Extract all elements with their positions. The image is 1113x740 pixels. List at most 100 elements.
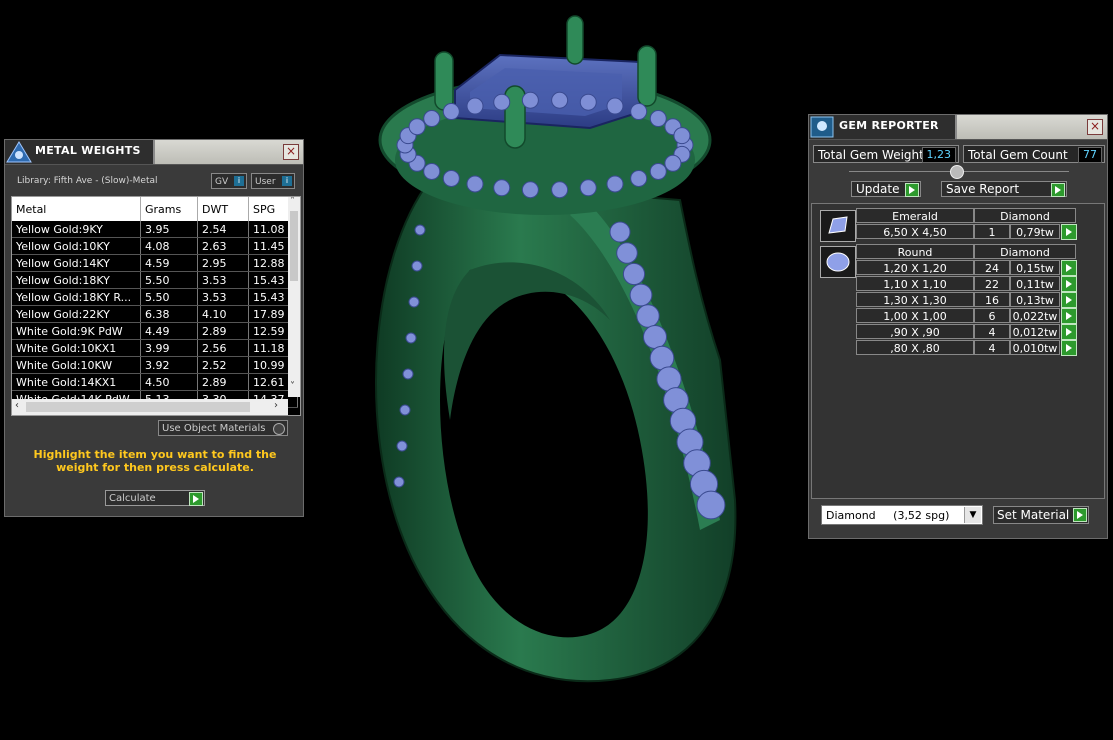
table-cell: 3.53 xyxy=(197,271,249,289)
library-label: Library: Fifth Ave - (Slow)-Metal xyxy=(17,176,158,186)
metal-weights-titlebar[interactable]: METAL WEIGHTS × xyxy=(5,140,303,165)
scroll-left-icon[interactable]: ‹ xyxy=(15,400,19,411)
shank-stone xyxy=(609,221,631,243)
calculate-label: Calculate xyxy=(109,493,156,504)
gem-count: 24 xyxy=(974,260,1010,275)
save-report-label: Save Report xyxy=(946,182,1020,196)
table-cell: White Gold:14KX1 xyxy=(12,373,141,391)
vertical-scrollbar[interactable]: ˄ ˅ xyxy=(288,197,300,397)
table-cell: 2.89 xyxy=(197,322,249,340)
play-icon xyxy=(189,492,203,506)
table-cell: White Gold:10KW xyxy=(12,356,141,374)
halo-stone xyxy=(466,97,484,115)
column-header-grams[interactable]: Grams xyxy=(140,197,198,221)
use-object-materials-toggle[interactable]: Use Object Materials xyxy=(158,420,288,436)
gem-count: 4 xyxy=(974,324,1010,339)
ring-model xyxy=(375,15,737,683)
scroll-thumb[interactable] xyxy=(26,402,250,412)
shank-stone xyxy=(636,304,660,328)
info-icon: i xyxy=(234,176,244,186)
close-icon[interactable]: × xyxy=(1087,119,1103,135)
gem-list: Emerald Diamond 6,50 X 4,50 1 0,79tw Round Dia… xyxy=(811,203,1105,499)
scroll-up-icon[interactable]: ˄ xyxy=(290,197,295,207)
table-cell: 6.38 xyxy=(140,305,198,323)
play-icon xyxy=(1073,508,1087,522)
table-row[interactable]: White Gold:10KW 3.92 2.52 10.99 xyxy=(12,356,298,374)
shank-stone xyxy=(393,476,405,488)
table-cell: 2.89 xyxy=(197,373,249,391)
update-label: Update xyxy=(856,182,900,196)
gem-count: 16 xyxy=(974,292,1010,307)
select-gem-play-icon[interactable] xyxy=(1061,340,1077,356)
save-report-button[interactable]: Save Report xyxy=(941,181,1067,197)
table-cell: 4.59 xyxy=(140,254,198,272)
scroll-thumb[interactable] xyxy=(290,211,298,281)
calculate-button[interactable]: Calculate xyxy=(105,490,205,506)
select-gem-play-icon[interactable] xyxy=(1061,308,1077,324)
halo-stone xyxy=(521,181,539,199)
halo-stone xyxy=(649,110,667,128)
gem-count: 4 xyxy=(974,340,1010,355)
select-gem-play-icon[interactable] xyxy=(1061,260,1077,276)
hint-text: Highlight the item you want to find the … xyxy=(33,448,277,474)
material-select[interactable]: Diamond (3,52 spg) ▼ xyxy=(821,505,983,525)
halo-stone xyxy=(630,103,648,121)
table-row[interactable]: Yellow Gold:14KY 4.59 2.95 12.88 xyxy=(12,254,298,272)
table-row[interactable]: Yellow Gold:18KY R... 5.50 3.53 15.43 xyxy=(12,288,298,306)
emerald-cut-icon[interactable] xyxy=(820,210,856,242)
select-gem-play-icon[interactable] xyxy=(1061,292,1077,308)
table-row[interactable]: Yellow Gold:10KY 4.08 2.63 11.45 xyxy=(12,237,298,255)
table-cell: 3.95 xyxy=(140,221,198,238)
update-button[interactable]: Update xyxy=(851,181,921,197)
gv-toggle[interactable]: GV i xyxy=(211,173,247,189)
shank-stone xyxy=(629,283,653,307)
table-cell: Yellow Gold:9KY xyxy=(12,221,141,238)
gem-weight: 0,15tw xyxy=(1010,260,1060,275)
user-toggle[interactable]: User i xyxy=(251,173,295,189)
set-material-button[interactable]: Set Material xyxy=(993,506,1089,524)
total-gem-weight-value: 1,23 xyxy=(921,147,956,163)
select-gem-play-icon[interactable] xyxy=(1061,324,1077,340)
gem-weight: 0,022tw xyxy=(1010,308,1060,323)
gem-weight: 0,13tw xyxy=(1010,292,1060,307)
gem-reporter-title: GEM REPORTER xyxy=(839,119,939,132)
halo-stone xyxy=(664,154,682,172)
select-gem-play-icon[interactable] xyxy=(1061,276,1077,292)
table-row[interactable]: Yellow Gold:9KY 3.95 2.54 11.08 xyxy=(12,221,298,238)
chevron-down-icon[interactable]: ▼ xyxy=(964,507,981,523)
table-row[interactable]: White Gold:10KX1 3.99 2.56 11.18 xyxy=(12,339,298,357)
table-cell: 5.50 xyxy=(140,271,198,289)
gem-shape-header: Round xyxy=(856,244,974,259)
metal-weights-panel: METAL WEIGHTS × Library: Fifth Ave - (Sl… xyxy=(4,139,304,517)
halo-stone xyxy=(606,175,624,193)
table-cell: 2.63 xyxy=(197,237,249,255)
shank-stone xyxy=(616,242,638,264)
halo-stone xyxy=(551,91,569,109)
table-row[interactable]: White Gold:9K PdW 4.49 2.89 12.59 xyxy=(12,322,298,340)
scroll-down-icon[interactable]: ˅ xyxy=(290,381,295,392)
column-header-dwt[interactable]: DWT xyxy=(197,197,249,221)
select-gem-play-icon[interactable] xyxy=(1061,224,1077,240)
gem-weight: 0,010tw xyxy=(1010,340,1060,355)
total-gem-count-label: Total Gem Count xyxy=(968,148,1068,162)
table-row[interactable]: Yellow Gold:22KY 6.38 4.10 17.89 xyxy=(12,305,298,323)
gv-label: GV xyxy=(215,177,229,187)
slider-handle[interactable] xyxy=(950,165,964,179)
shank-stone xyxy=(649,345,675,371)
table-row[interactable]: White Gold:14KX1 4.50 2.89 12.61 xyxy=(12,373,298,391)
halo-stone xyxy=(408,118,426,136)
table-cell: 2.95 xyxy=(197,254,249,272)
close-icon[interactable]: × xyxy=(283,144,299,160)
horizontal-scrollbar[interactable]: ‹ › xyxy=(12,399,288,415)
column-header-metal[interactable]: Metal xyxy=(12,197,141,221)
halo-stone xyxy=(442,103,460,121)
shank-stone xyxy=(402,368,414,380)
table-cell: 2.54 xyxy=(197,221,249,238)
table-row[interactable]: Yellow Gold:18KY 5.50 3.53 15.43 xyxy=(12,271,298,289)
metal-table[interactable]: Metal Grams DWT SPG Yellow Gold:9KY 3.95 2… xyxy=(11,196,301,416)
round-cut-icon[interactable] xyxy=(820,246,856,278)
table-cell: 4.49 xyxy=(140,322,198,340)
table-cell: 4.50 xyxy=(140,373,198,391)
gem-reporter-titlebar[interactable]: GEM REPORTER × xyxy=(809,115,1107,140)
scroll-right-icon[interactable]: › xyxy=(274,400,278,411)
